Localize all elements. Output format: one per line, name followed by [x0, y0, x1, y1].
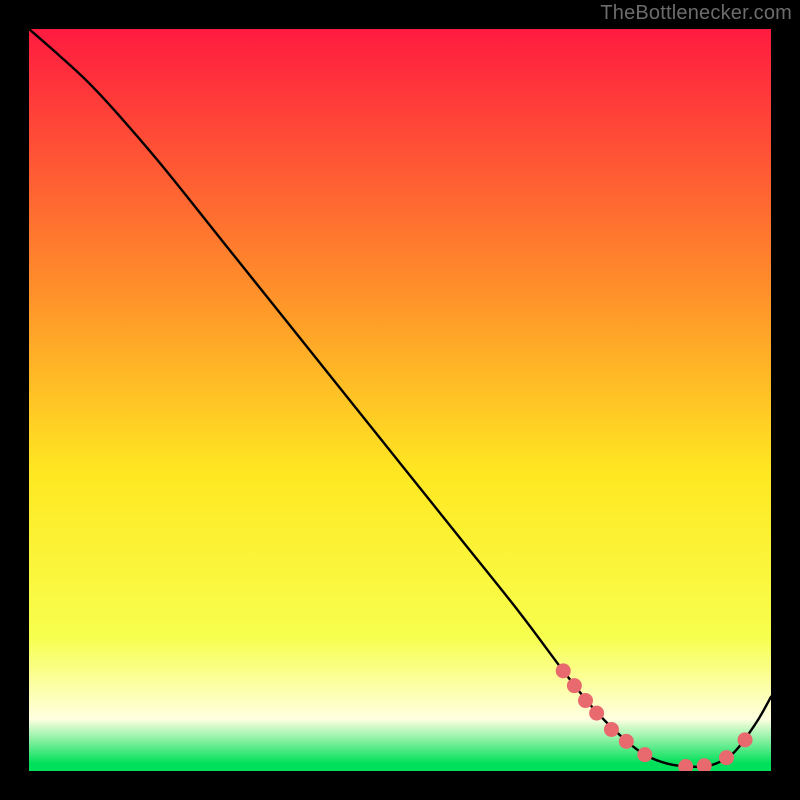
curve-marker [619, 734, 634, 749]
curve-marker [567, 678, 582, 693]
chart-container: TheBottlenecker.com [0, 0, 800, 800]
curve-marker [589, 706, 604, 721]
attribution-text: TheBottlenecker.com [600, 2, 792, 25]
plot-svg [29, 29, 771, 771]
curve-marker [719, 750, 734, 765]
curve-marker [637, 747, 652, 762]
curve-marker [738, 732, 753, 747]
plot-area [29, 29, 771, 771]
curve-marker [604, 722, 619, 737]
curve-marker [578, 693, 593, 708]
curve-marker [556, 663, 571, 678]
